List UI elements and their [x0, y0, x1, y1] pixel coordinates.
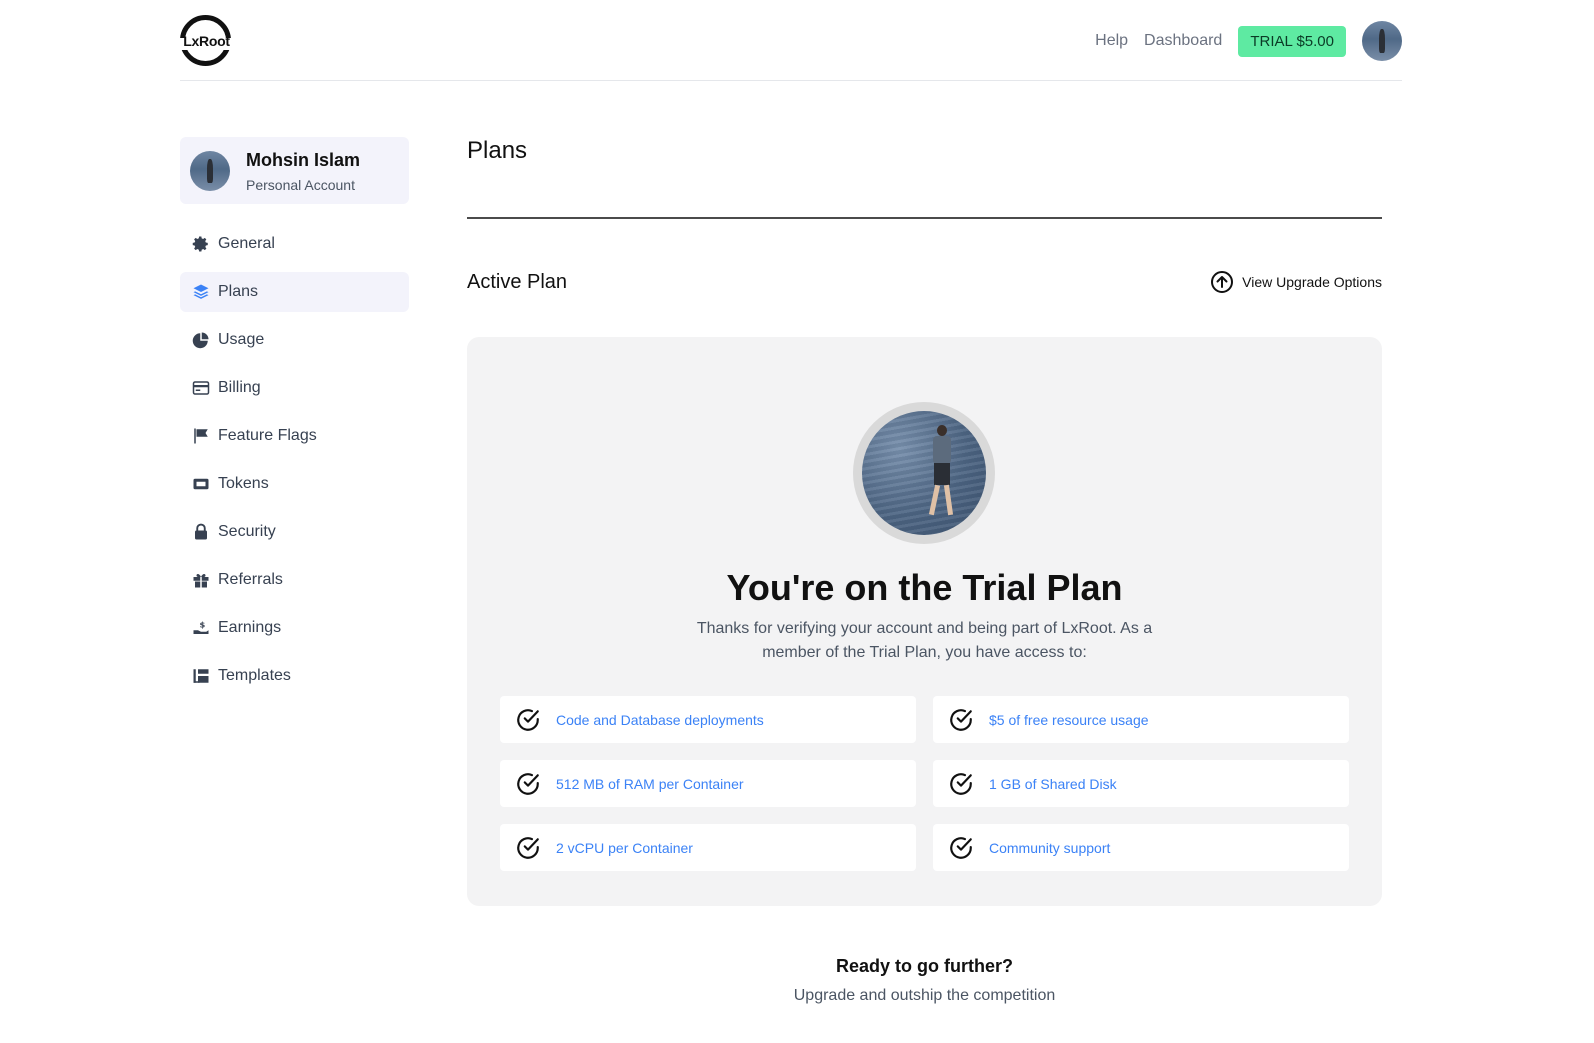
- feature-item: Community support: [933, 824, 1349, 871]
- sidebar-item-usage[interactable]: Usage: [180, 320, 409, 360]
- hand-dollar-icon: $: [192, 619, 210, 637]
- sidebar-item-general[interactable]: General: [180, 224, 409, 264]
- title-divider: [467, 217, 1382, 219]
- plan-title: You're on the Trial Plan: [726, 567, 1123, 608]
- gift-icon: [192, 571, 210, 589]
- sidebar-item-referrals[interactable]: Referrals: [180, 560, 409, 600]
- active-plan-heading: Active Plan: [467, 271, 568, 293]
- feature-label: 512 MB of RAM per Container: [556, 775, 744, 792]
- feature-list: Code and Database deployments $5 of free…: [500, 696, 1349, 871]
- check-circle-icon: [517, 708, 539, 731]
- sidebar-item-feature-flags[interactable]: Feature Flags: [180, 416, 409, 456]
- flag-icon: [192, 427, 210, 445]
- check-circle-icon: [950, 772, 972, 795]
- ready-title: Ready to go further?: [835, 956, 1013, 976]
- profile-account-type: Personal Account: [246, 177, 355, 193]
- check-circle-icon: [950, 836, 972, 859]
- sidebar-item-label: Referrals: [218, 571, 283, 588]
- feature-item: $5 of free resource usage: [933, 696, 1349, 743]
- sidebar-item-security[interactable]: Security: [180, 512, 409, 552]
- sidebar-item-earnings[interactable]: $ Earnings: [180, 608, 409, 648]
- feature-label: Community support: [989, 839, 1111, 856]
- ticket-icon: [192, 475, 210, 493]
- sidebar-item-tokens[interactable]: Tokens: [180, 464, 409, 504]
- sidebar-item-templates[interactable]: Templates: [180, 656, 409, 696]
- main-content: Plans Active Plan View Upgrade Options Y…: [467, 137, 1382, 1004]
- feature-item: Code and Database deployments: [500, 696, 916, 743]
- feature-label: $5 of free resource usage: [989, 711, 1149, 728]
- feature-label: 2 vCPU per Container: [556, 839, 693, 856]
- top-header: LxRoot Help Dashboard TRIAL $5.00: [179, 0, 1402, 81]
- sidebar-item-billing[interactable]: Billing: [180, 368, 409, 408]
- dashboard-link[interactable]: Dashboard: [1144, 32, 1222, 50]
- feature-label: Code and Database deployments: [556, 711, 764, 728]
- sidebar-item-label: Billing: [218, 379, 261, 396]
- sidebar-item-label: Plans: [218, 283, 259, 300]
- top-nav: Help Dashboard TRIAL $5.00: [1095, 21, 1402, 61]
- page-title: Plans: [467, 137, 528, 164]
- plan-description: Thanks for verifying your account and be…: [696, 620, 1153, 661]
- plan-avatar-ring: [853, 402, 995, 544]
- sidebar-item-plans[interactable]: Plans: [180, 272, 409, 312]
- user-avatar[interactable]: [1362, 21, 1402, 61]
- trial-credit-badge[interactable]: TRIAL $5.00: [1238, 25, 1346, 57]
- plan-avatar: [862, 411, 986, 535]
- check-circle-icon: [950, 708, 972, 731]
- ready-subtitle: Upgrade and outship the competition: [793, 987, 1056, 1004]
- help-link[interactable]: Help: [1095, 32, 1128, 50]
- profile-card[interactable]: Mohsin Islam Personal Account: [180, 137, 409, 204]
- check-circle-icon: [517, 836, 539, 859]
- check-circle-icon: [517, 772, 539, 795]
- sidebar-item-label: Templates: [218, 667, 291, 684]
- credit-card-icon: [192, 379, 210, 397]
- gear-icon: [192, 235, 210, 253]
- arrow-up-circle-icon: [1211, 271, 1234, 293]
- profile-avatar: [190, 151, 230, 191]
- upgrade-link-label: View Upgrade Options: [1242, 274, 1382, 290]
- layers-icon: [192, 283, 210, 301]
- sidebar-item-label: Tokens: [218, 475, 269, 492]
- plan-card: You're on the Trial Plan Thanks for veri…: [467, 337, 1382, 906]
- sidebar-item-label: Usage: [218, 331, 265, 348]
- templates-icon: [192, 667, 210, 685]
- sidebar-item-label: Feature Flags: [218, 427, 317, 444]
- sidebar-item-label: General: [218, 235, 275, 252]
- lxroot-logo[interactable]: LxRoot: [179, 15, 232, 66]
- feature-label: 1 GB of Shared Disk: [989, 775, 1117, 792]
- svg-text:$: $: [200, 619, 206, 629]
- lock-icon: [192, 523, 210, 541]
- settings-sidebar: Mohsin Islam Personal Account General Pl…: [180, 137, 409, 704]
- feature-item: 2 vCPU per Container: [500, 824, 916, 871]
- logo-text: LxRoot: [183, 33, 230, 49]
- feature-item: 512 MB of RAM per Container: [500, 760, 916, 807]
- feature-item: 1 GB of Shared Disk: [933, 760, 1349, 807]
- sidebar-menu: General Plans Usage Billing Feature Flag…: [180, 224, 409, 696]
- sidebar-item-label: Security: [218, 523, 276, 540]
- sidebar-item-label: Earnings: [218, 619, 282, 636]
- profile-name: Mohsin Islam: [246, 150, 361, 170]
- view-upgrade-options-link[interactable]: View Upgrade Options: [1210, 270, 1382, 294]
- pie-chart-icon: [192, 331, 210, 349]
